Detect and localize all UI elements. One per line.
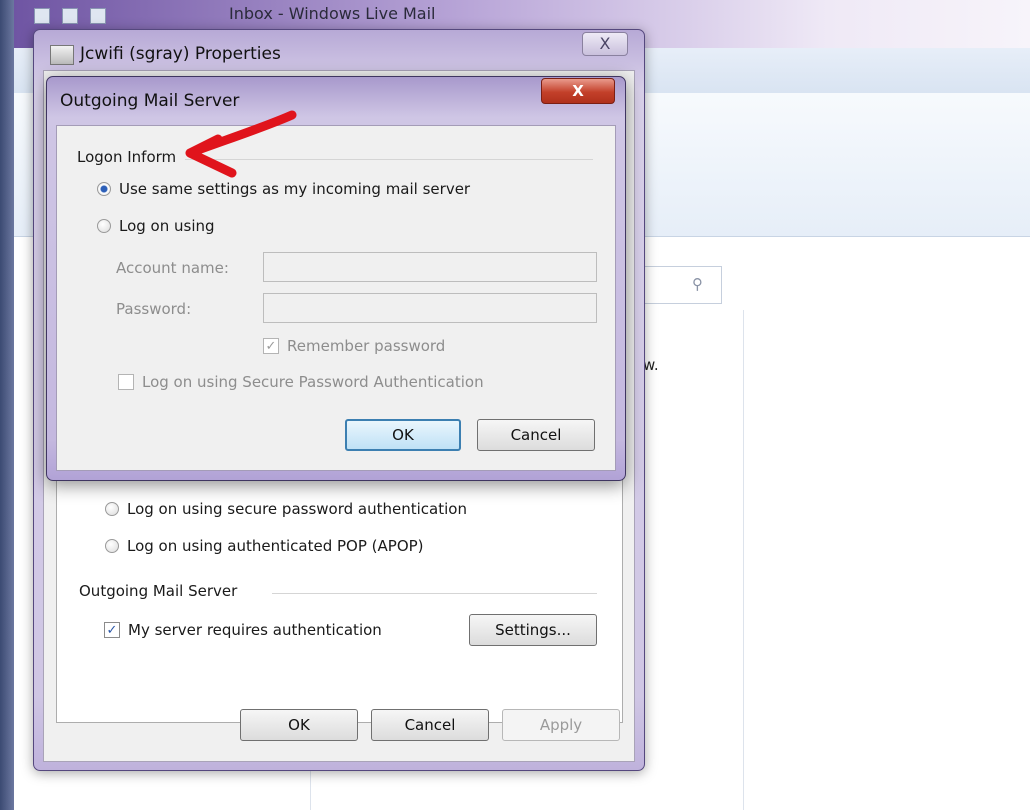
- remember-password-checkbox[interactable]: ✓ Remember password: [263, 337, 445, 355]
- pane-divider: [743, 310, 744, 810]
- outgoing-section-title: Outgoing Mail Server: [79, 582, 238, 600]
- account-name-label: Account name:: [116, 259, 229, 277]
- outgoing-mail-server-dialog: Outgoing Mail Server X Logon Inform Use …: [46, 76, 626, 481]
- requires-auth-checkbox[interactable]: ✓ My server requires authentication: [104, 621, 382, 639]
- ok-button[interactable]: OK: [240, 709, 358, 741]
- spa-checkbox[interactable]: Log on using Secure Password Authenticat…: [118, 373, 484, 391]
- section-divider: [272, 593, 597, 594]
- account-name-input[interactable]: [263, 252, 597, 282]
- account-icon: [50, 45, 74, 65]
- apop-option[interactable]: Log on using authenticated POP (APOP): [105, 537, 424, 555]
- checkbox[interactable]: [118, 374, 134, 390]
- cancel-button[interactable]: Cancel: [477, 419, 595, 451]
- new-icon[interactable]: [62, 8, 78, 24]
- ok-button[interactable]: OK: [345, 419, 461, 451]
- radio-button[interactable]: [105, 539, 119, 553]
- log-on-using-option[interactable]: Log on using: [97, 217, 215, 235]
- radio-button[interactable]: [105, 502, 119, 516]
- password-input[interactable]: [263, 293, 597, 323]
- app-icon[interactable]: [34, 8, 50, 24]
- quick-access-toolbar[interactable]: [34, 8, 106, 24]
- password-label: Password:: [116, 300, 192, 318]
- search-icon[interactable]: ⚲: [692, 275, 703, 293]
- desktop-edge: [0, 0, 14, 810]
- save-icon[interactable]: [90, 8, 106, 24]
- apply-button[interactable]: Apply: [502, 709, 620, 741]
- close-button[interactable]: X: [582, 32, 628, 56]
- main-window-title: Inbox - Windows Live Mail: [229, 4, 436, 23]
- checkbox[interactable]: ✓: [263, 338, 279, 354]
- settings-button[interactable]: Settings...: [469, 614, 597, 646]
- servers-tab-panel: Log on using secure password authenticat…: [56, 463, 623, 723]
- radio-button[interactable]: [97, 182, 111, 196]
- properties-dialog-title: Jcwifi (sgray) Properties: [80, 44, 281, 64]
- logon-info-section-title: Logon Inform: [77, 148, 177, 166]
- checkbox[interactable]: ✓: [104, 622, 120, 638]
- annotation-arrow-icon: [185, 110, 297, 178]
- message-pane-text: w.: [643, 356, 659, 374]
- spa-incoming-option[interactable]: Log on using secure password authenticat…: [105, 500, 467, 518]
- outgoing-dialog-body: Logon Inform Use same settings as my inc…: [56, 125, 616, 471]
- radio-button[interactable]: [97, 219, 111, 233]
- close-button[interactable]: X: [541, 78, 615, 104]
- cancel-button[interactable]: Cancel: [371, 709, 489, 741]
